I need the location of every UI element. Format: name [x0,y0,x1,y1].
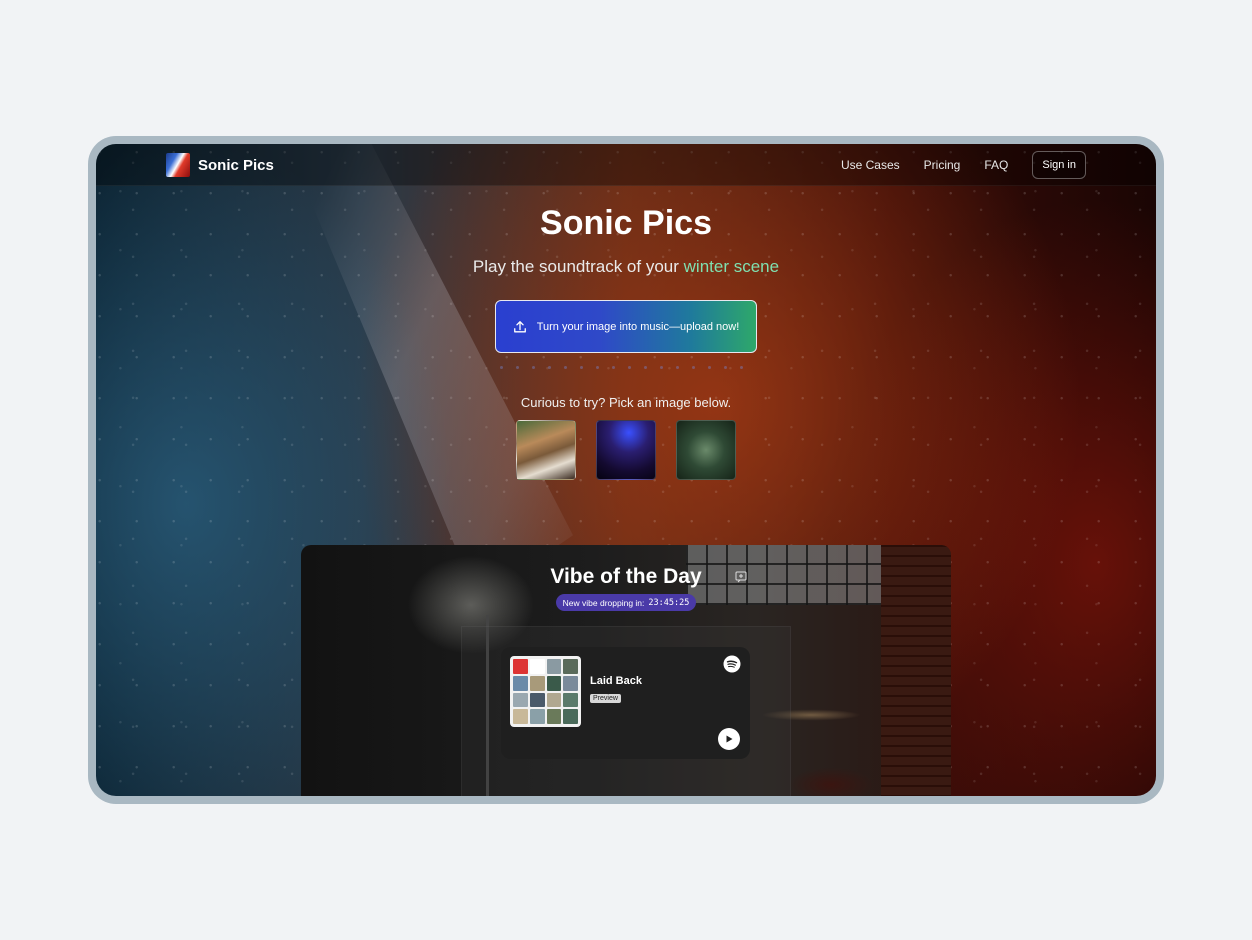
play-icon [726,735,733,743]
sample-image-forest[interactable] [676,420,736,480]
album-cover [510,656,581,727]
decorative-dots [500,366,743,369]
signin-button[interactable]: Sign in [1032,151,1086,179]
dot [644,366,647,369]
play-button[interactable] [718,728,740,750]
hero-title: Sonic Pics [540,204,712,242]
nav-links: Use Cases Pricing FAQ Sign in [841,151,1086,179]
dot [564,366,567,369]
app-screen: Sonic Pics Use Cases Pricing FAQ Sign in… [96,144,1156,796]
dot [660,366,663,369]
share-icon[interactable] [735,571,747,583]
brand-name: Sonic Pics [198,156,274,174]
spotify-icon[interactable] [723,655,741,673]
brand-link[interactable]: Sonic Pics [166,153,274,177]
dot [596,366,599,369]
dot [628,366,631,369]
countdown-label: New vibe dropping in: [562,597,645,608]
cover-cell [513,659,528,674]
dot [548,366,551,369]
dot [692,366,695,369]
preview-badge: Preview [590,694,621,703]
cover-cell [563,692,578,708]
cover-cell [529,659,545,674]
upload-label: Turn your image into music—upload now! [536,320,740,333]
try-label: Curious to try? Pick an image below. [520,395,732,410]
sample-images [516,420,736,480]
nav-link-use-cases[interactable]: Use Cases [841,158,900,172]
dot [724,366,727,369]
nav-link-pricing[interactable]: Pricing [924,158,961,172]
hero-subtitle-accent: winter scene [683,257,780,276]
browser-frame: Sonic Pics Use Cases Pricing FAQ Sign in… [88,136,1164,804]
vibe-title: Vibe of the Day [550,565,702,588]
track-title: Laid Back [590,675,642,687]
dot [612,366,615,369]
dot [676,366,679,369]
countdown-badge: New vibe dropping in: 23:45:25 [556,594,696,611]
navbar: Sonic Pics Use Cases Pricing FAQ Sign in [96,144,1156,186]
cover-cell [546,709,562,724]
logo-icon [166,153,190,177]
nav-link-faq[interactable]: FAQ [984,158,1008,172]
upload-icon [513,320,526,332]
track-card[interactable]: Laid Back Preview [501,647,750,759]
sample-image-desk[interactable] [516,420,576,480]
hero-subtitle: Play the soundtrack of your winter scene [96,257,1156,277]
countdown-timer: 23:45:25 [648,597,690,608]
vibe-of-the-day-panel: Vibe of the Day New vibe dropping in: 23… [301,545,951,796]
dot [580,366,583,369]
cover-cell [529,692,545,708]
cover-cell [563,659,578,674]
cover-cell [529,709,545,724]
cover-cell [513,709,528,724]
dot [708,366,711,369]
cover-cell [513,675,528,691]
hero-subtitle-prefix: Play the soundtrack of your [472,257,679,276]
dot [500,366,503,369]
cover-cell [546,675,562,691]
cover-cell [546,659,562,674]
dot [516,366,519,369]
dot [740,366,743,369]
sample-image-concert[interactable] [596,420,656,480]
cover-cell [513,692,528,708]
upload-button[interactable]: Turn your image into music—upload now! [495,300,757,353]
cover-cell [546,692,562,708]
dot [532,366,535,369]
cover-cell [563,675,578,691]
cover-cell [529,675,545,691]
cover-cell [563,709,578,724]
